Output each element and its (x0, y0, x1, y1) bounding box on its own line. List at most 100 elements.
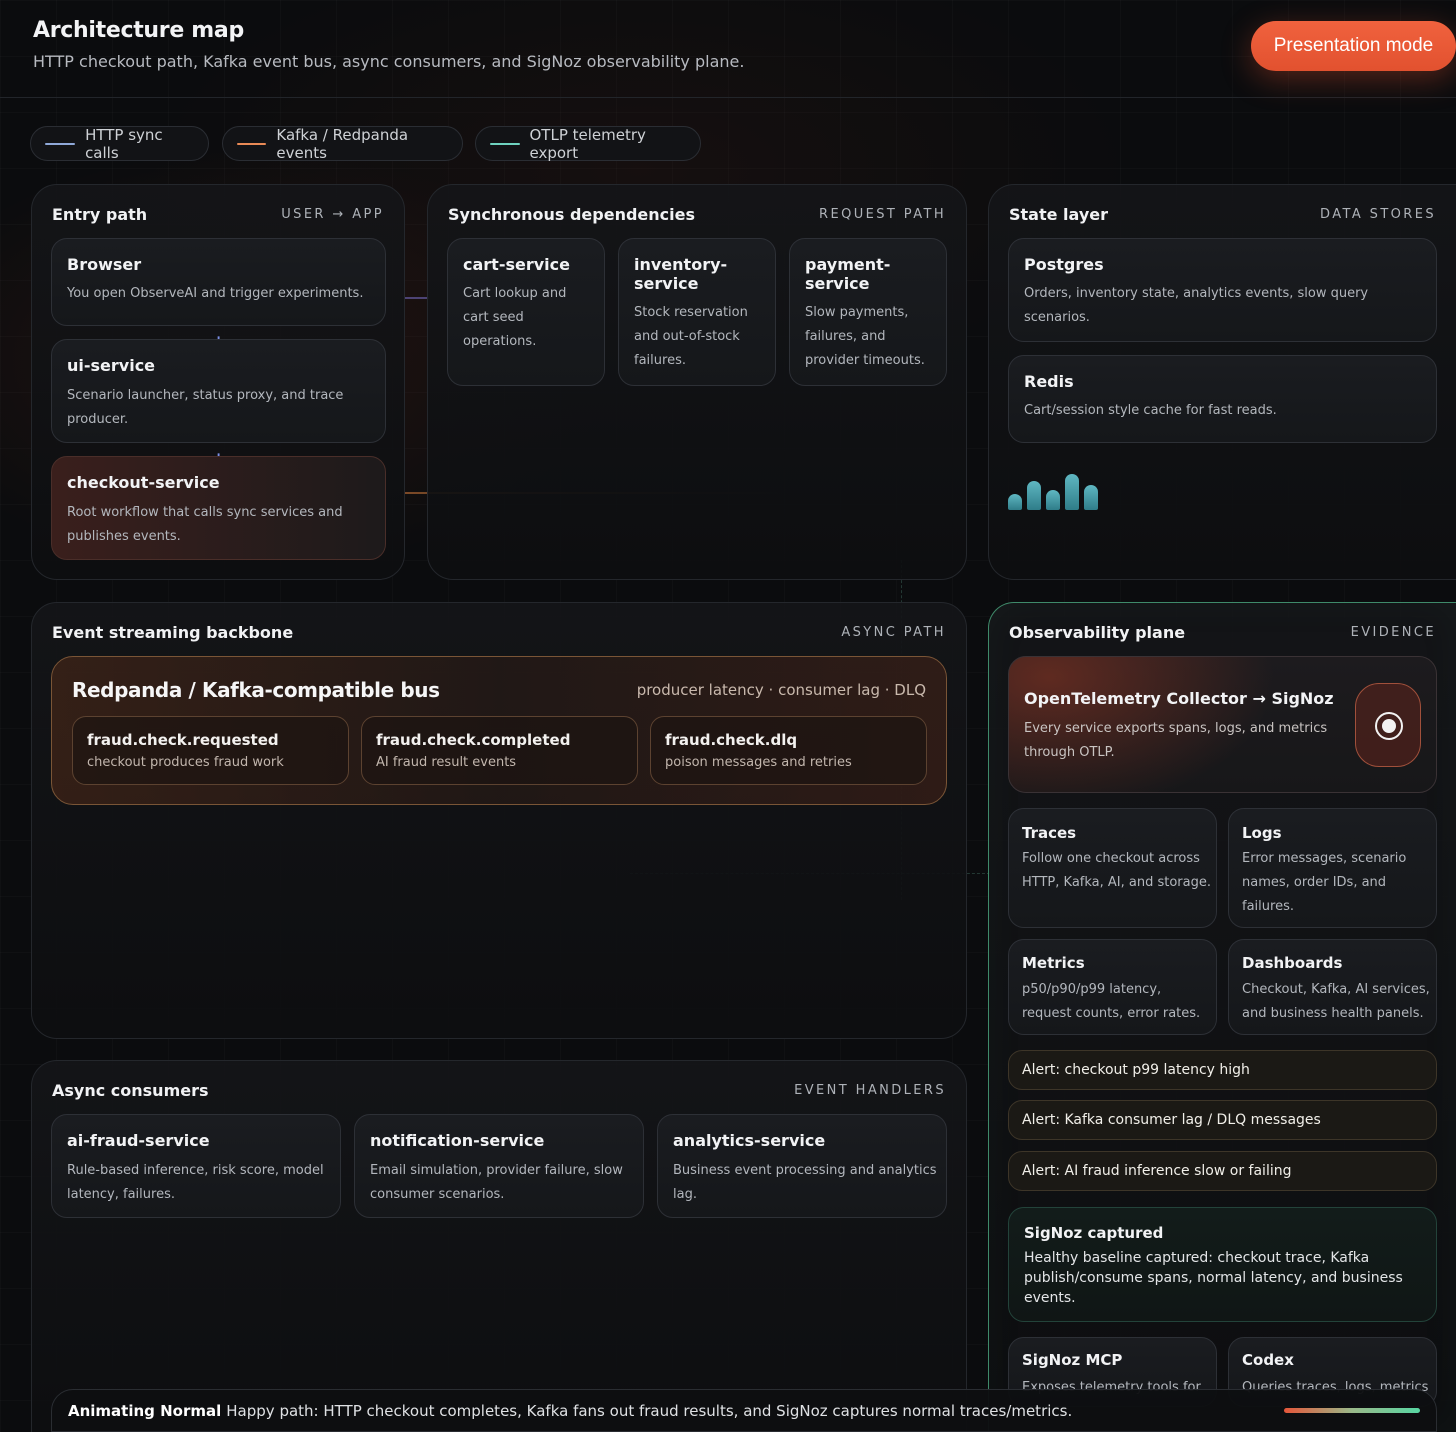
metrics-card[interactable]: Metrics p50/p90/p99 latency, request cou… (1008, 939, 1217, 1035)
inventory-service-card[interactable]: inventory-service Stock reservation and … (618, 238, 776, 386)
record-toggle-button[interactable] (1355, 683, 1421, 767)
traces-title: Traces (1022, 824, 1077, 842)
streaming-title: Event streaming backbone (52, 623, 294, 642)
alert-ai-fraud[interactable]: Alert: AI fraud inference slow or failin… (1008, 1151, 1437, 1191)
redis-card[interactable]: Redis Cart/session style cache for fast … (1008, 355, 1437, 443)
dashboards-card[interactable]: Dashboards Checkout, Kafka, AI services,… (1228, 939, 1437, 1035)
consumers-title: Async consumers (52, 1081, 209, 1100)
postgres-title: Postgres (1024, 255, 1104, 274)
checkout-service-card[interactable]: checkout-service Root workflow that call… (51, 456, 386, 560)
traces-desc: Follow one checkout across HTTP, Kafka, … (1022, 851, 1212, 890)
browser-desc: You open ObserveAI and trigger experimen… (67, 286, 364, 301)
status-text: Happy path: HTTP checkout completes, Kaf… (226, 1401, 1073, 1420)
activity-bar (1084, 485, 1098, 510)
activity-bar (1065, 474, 1079, 510)
signoz-captured-title: SigNoz captured (1024, 1224, 1164, 1242)
logs-desc: Error messages, scenario names, order ID… (1242, 851, 1407, 914)
topic-fraud-completed[interactable]: fraud.check.completed AI fraud result ev… (361, 716, 638, 785)
record-icon (1375, 712, 1403, 740)
alert-checkout-latency[interactable]: Alert: checkout p99 latency high (1008, 1050, 1437, 1090)
payment-service-card[interactable]: payment-service Slow payments, failures,… (789, 238, 947, 386)
legend-kafka: Kafka / Redpanda events (222, 126, 463, 162)
ui-service-title: ui-service (67, 356, 156, 375)
observability-tag: EVIDENCE (1350, 625, 1436, 640)
notification-service-desc: Email simulation, provider failure, slow… (370, 1163, 623, 1202)
codex-title: Codex (1242, 1351, 1294, 1369)
sync-connector-line (405, 297, 429, 299)
metrics-title: Metrics (1022, 954, 1085, 972)
notification-service-title: notification-service (370, 1131, 545, 1150)
bus-title: Redpanda / Kafka-compatible bus (72, 678, 440, 702)
redis-title: Redis (1024, 372, 1074, 391)
logs-title: Logs (1242, 824, 1282, 842)
topic-title: fraud.check.completed (376, 731, 571, 749)
entry-path-tag: USER → APP (281, 207, 384, 222)
inventory-service-title: inventory-service (634, 255, 728, 293)
activity-bar (1027, 481, 1041, 510)
sync-deps-tag: REQUEST PATH (819, 207, 946, 222)
page-title: Architecture map (33, 18, 244, 43)
activity-bars (1008, 474, 1108, 510)
activity-bar (1008, 494, 1022, 510)
consumers-tag: EVENT HANDLERS (794, 1083, 946, 1098)
alert-kafka-lag[interactable]: Alert: Kafka consumer lag / DLQ messages (1008, 1100, 1437, 1140)
metrics-desc: p50/p90/p99 latency, request counts, err… (1022, 982, 1201, 1021)
topic-fraud-requested[interactable]: fraud.check.requested checkout produces … (72, 716, 349, 785)
ui-service-card[interactable]: ui-service Scenario launcher, status pro… (51, 339, 386, 443)
postgres-desc: Orders, inventory state, analytics event… (1024, 286, 1369, 325)
browser-title: Browser (67, 255, 142, 274)
status-progress-bar (1284, 1408, 1420, 1413)
page-subtitle: HTTP checkout path, Kafka event bus, asy… (33, 52, 745, 71)
topic-desc: AI fraud result events (376, 755, 517, 770)
topic-title: fraud.check.requested (87, 731, 279, 749)
cart-service-desc: Cart lookup and cart seed operations. (463, 286, 567, 349)
ai-fraud-service-card[interactable]: ai-fraud-service Rule-based inference, r… (51, 1114, 341, 1218)
state-layer-title: State layer (1009, 205, 1108, 224)
postgres-card[interactable]: Postgres Orders, inventory state, analyt… (1008, 238, 1437, 342)
legend-http: HTTP sync calls (30, 125, 209, 162)
legend-otlp-label: OTLP telemetry export (529, 125, 646, 162)
payment-service-title: payment-service (805, 255, 891, 293)
legend-otlp-line-icon (490, 142, 520, 145)
otel-collector-card[interactable]: OpenTelemetry Collector → SigNoz Every s… (1008, 656, 1437, 793)
signoz-captured-card: SigNoz captured Healthy baseline capture… (1008, 1207, 1437, 1322)
payment-service-desc: Slow payments, failures, and provider ti… (805, 305, 925, 368)
checkout-service-desc: Root workflow that calls sync services a… (67, 505, 343, 544)
otel-collector-desc: Every service exports spans, logs, and m… (1024, 721, 1328, 760)
state-layer-tag: DATA STORES (1320, 207, 1436, 222)
checkout-service-title: checkout-service (67, 473, 220, 492)
cart-service-title: cart-service (463, 255, 570, 274)
kafka-bus[interactable]: Redpanda / Kafka-compatible bus producer… (51, 656, 947, 805)
legend-kafka-line-icon (237, 142, 267, 145)
logs-card[interactable]: Logs Error messages, scenario names, ord… (1228, 808, 1437, 928)
traces-card[interactable]: Traces Follow one checkout across HTTP, … (1008, 808, 1217, 928)
activity-bar (1046, 490, 1060, 510)
topic-title: fraud.check.dlq (665, 731, 798, 749)
legend-otlp: OTLP telemetry export (475, 125, 701, 162)
ai-fraud-service-title: ai-fraud-service (67, 1131, 210, 1150)
analytics-service-title: analytics-service (673, 1131, 826, 1150)
entry-path-title: Entry path (52, 205, 148, 224)
topic-desc: checkout produces fraud work (87, 755, 284, 770)
bus-meta: producer latency · consumer lag · DLQ (636, 681, 926, 699)
dashboards-title: Dashboards (1242, 954, 1343, 972)
streaming-tag: ASYNC PATH (841, 625, 946, 640)
status-mode: Animating Normal (68, 1401, 222, 1420)
legend-http-label: HTTP sync calls (85, 125, 163, 162)
ui-service-desc: Scenario launcher, status proxy, and tra… (67, 388, 344, 427)
presentation-mode-button[interactable]: Presentation mode (1251, 21, 1456, 71)
sync-deps-title: Synchronous dependencies (448, 205, 696, 224)
redis-desc: Cart/session style cache for fast reads. (1024, 403, 1277, 418)
legend-http-line-icon (45, 142, 76, 145)
analytics-service-desc: Business event processing and analytics … (673, 1163, 937, 1202)
inventory-service-desc: Stock reservation and out-of-stock failu… (634, 305, 748, 368)
topic-fraud-dlq[interactable]: fraud.check.dlq poison messages and retr… (650, 716, 927, 785)
animation-status-bar: Animating Normal Happy path: HTTP checko… (51, 1389, 1437, 1432)
cart-service-card[interactable]: cart-service Cart lookup and cart seed o… (447, 238, 605, 386)
signoz-captured-desc: Healthy baseline captured: checkout trac… (1024, 1250, 1403, 1306)
observability-title: Observability plane (1009, 623, 1186, 642)
notification-service-card[interactable]: notification-service Email simulation, p… (354, 1114, 644, 1218)
analytics-service-card[interactable]: analytics-service Business event process… (657, 1114, 947, 1218)
browser-card[interactable]: Browser You open ObserveAI and trigger e… (51, 238, 386, 326)
otel-collector-title: OpenTelemetry Collector → SigNoz (1024, 689, 1334, 708)
